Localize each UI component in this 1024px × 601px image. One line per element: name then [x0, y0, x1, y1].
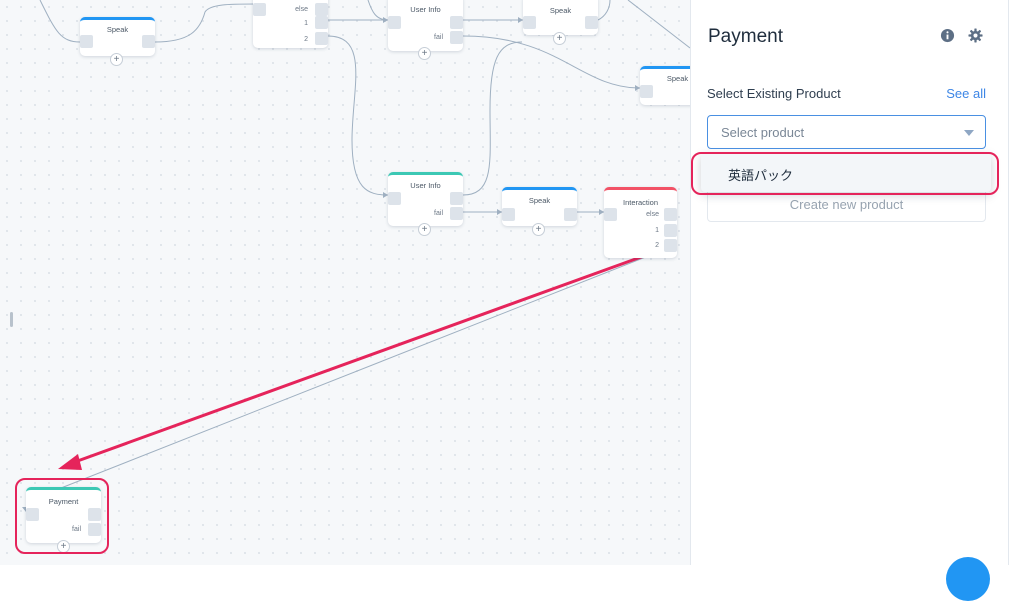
speak-node[interactable]: Speak + — [523, 0, 598, 45]
wire-top-right — [627, 0, 690, 49]
add-step-button[interactable]: + — [110, 53, 123, 66]
wire-top-userinfo1 — [367, 0, 389, 21]
gear-icon[interactable] — [968, 28, 983, 43]
input-port[interactable] — [604, 208, 617, 221]
input-port[interactable] — [388, 192, 401, 205]
output-port-2[interactable] — [664, 239, 677, 252]
port-label-fail: fail — [434, 210, 443, 217]
properties-panel: Payment Select Existing Product See all … — [690, 0, 1008, 565]
output-port-2[interactable] — [315, 32, 328, 45]
right-gutter — [1008, 0, 1024, 565]
input-port[interactable] — [388, 16, 401, 29]
canvas-resize-handle[interactable] — [10, 312, 13, 327]
output-port[interactable] — [142, 35, 155, 48]
section-label: Select Existing Product — [707, 86, 841, 101]
product-select[interactable]: Select product — [707, 115, 986, 149]
add-step-button[interactable]: + — [418, 47, 431, 60]
port-label-2: 2 — [655, 242, 659, 249]
output-port-1[interactable] — [664, 224, 677, 237]
wire-userinfo2-up — [462, 41, 523, 196]
input-port[interactable] — [253, 3, 266, 16]
output-port[interactable] — [564, 208, 577, 221]
output-port[interactable] — [450, 16, 463, 29]
node-title: User Info — [410, 5, 441, 14]
user-info-node[interactable]: User Info fail + — [388, 0, 463, 60]
output-port-else[interactable] — [315, 3, 328, 16]
port-label-else: else — [295, 6, 308, 13]
port-label-fail: fail — [434, 34, 443, 41]
output-port[interactable] — [450, 192, 463, 205]
flow-canvas[interactable]: Speak + else 1 2 User Info fail + Speak … — [0, 0, 690, 565]
node-title: Interaction — [622, 198, 659, 207]
port-label-2: 2 — [304, 36, 308, 43]
add-step-button[interactable]: + — [553, 32, 566, 45]
select-placeholder: Select product — [721, 125, 805, 140]
fab-button[interactable] — [946, 557, 990, 601]
node-title: Speak — [549, 6, 572, 15]
see-all-link[interactable]: See all — [946, 86, 986, 101]
output-port-else[interactable] — [664, 208, 677, 221]
node-title: Speak — [528, 196, 551, 205]
speak-node[interactable]: Speak + — [502, 187, 577, 236]
panel-title: Payment — [708, 26, 783, 47]
option-highlight — [691, 152, 999, 195]
user-info-node[interactable]: User Info fail + — [388, 172, 463, 236]
fail-port[interactable] — [450, 31, 463, 44]
wire-speak1-out — [154, 3, 256, 43]
fail-port[interactable] — [450, 207, 463, 220]
speak-node[interactable]: Speak — [640, 66, 690, 105]
add-step-button[interactable]: + — [418, 223, 431, 236]
annotation-arrow — [58, 251, 654, 470]
node-title: Speak — [106, 25, 129, 34]
speak-node[interactable]: Speak + — [80, 17, 155, 66]
menu-node[interactable]: else 1 2 — [253, 0, 328, 48]
add-step-button[interactable]: + — [532, 223, 545, 236]
input-port[interactable] — [80, 35, 93, 48]
input-port[interactable] — [502, 208, 515, 221]
input-port[interactable] — [523, 16, 536, 29]
port-label-else: else — [646, 211, 659, 218]
output-port-1[interactable] — [315, 16, 328, 29]
interaction-node[interactable]: Interaction else 1 2 — [604, 187, 677, 258]
wire-speak2-top — [597, 0, 611, 21]
wire-top-left — [39, 0, 81, 43]
port-label-1: 1 — [304, 20, 308, 27]
node-title: User Info — [410, 181, 441, 190]
info-icon[interactable] — [940, 28, 955, 43]
chevron-down-icon — [964, 130, 974, 136]
output-port[interactable] — [585, 16, 598, 29]
create-product-label: Create new product — [789, 197, 904, 212]
wire-menu2-userinfo2 — [327, 35, 389, 196]
wire-interaction-payment — [25, 244, 677, 511]
port-label-1: 1 — [655, 227, 659, 234]
node-title: Speak — [666, 74, 689, 83]
input-port[interactable] — [640, 85, 653, 98]
wire-fail-speak3 — [462, 35, 641, 89]
payment-node-highlight — [15, 478, 109, 554]
